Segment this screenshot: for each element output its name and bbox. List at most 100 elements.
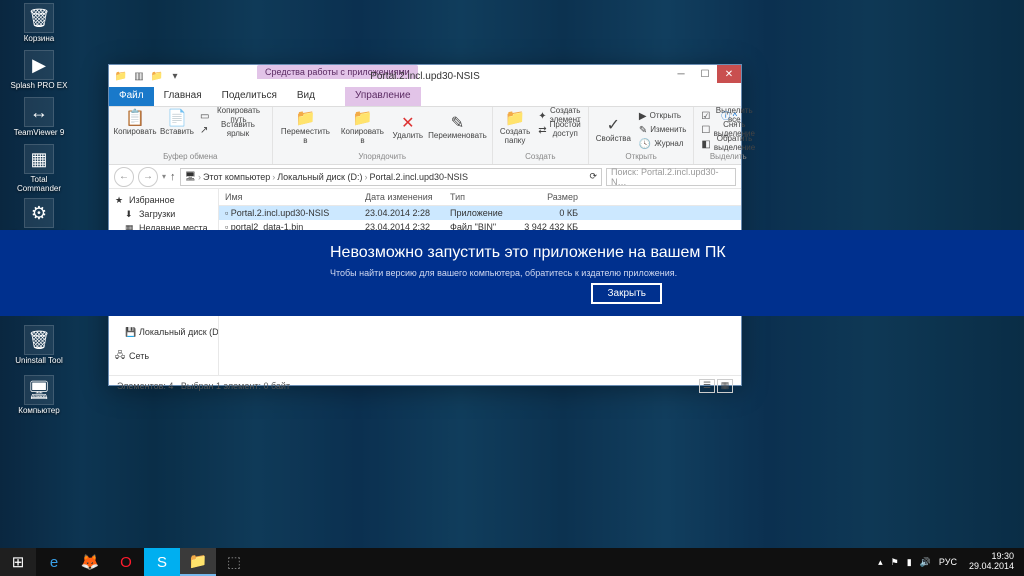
star-icon: ★: [115, 195, 125, 205]
path-icon: ▭: [200, 111, 209, 122]
delete-icon: ✕: [401, 114, 414, 132]
tab-manage[interactable]: Управление: [345, 87, 421, 106]
maximize-button[interactable]: ☐: [693, 65, 717, 83]
icon-label: Splash PRO EX: [10, 82, 68, 91]
desktop-icon[interactable]: 🗑 Корзина: [10, 3, 68, 44]
recent-dropdown-icon[interactable]: ▾: [162, 172, 166, 181]
tab-view[interactable]: Вид: [287, 87, 325, 106]
taskbar-firefox[interactable]: 🦊: [72, 548, 108, 576]
taskbar-opera[interactable]: O: [108, 548, 144, 576]
tray-volume-icon[interactable]: 🔊: [920, 557, 931, 568]
desktop-icon[interactable]: ↔ TeamViewer 9: [10, 97, 68, 138]
selall-icon: ☑: [701, 111, 710, 122]
app-icon: 🗑: [24, 3, 54, 33]
move-to-button[interactable]: 📁Переместить в: [277, 109, 335, 147]
delete-button[interactable]: ✕Удалить: [391, 109, 426, 147]
dialog-message: Чтобы найти версию для вашего компьютера…: [330, 268, 924, 278]
col-size[interactable]: Размер: [514, 192, 584, 202]
select-invert-button[interactable]: ◧Обратить выделение: [698, 137, 758, 151]
sidebar-drive-d[interactable]: 💾Локальный диск (D: [111, 325, 216, 339]
close-dialog-button[interactable]: Закрыть: [591, 283, 662, 304]
tray-clock[interactable]: 19:3029.04.2014: [965, 552, 1018, 572]
ribbon: ⓘ ^ 📋Копировать 📄Вставить ▭Копировать пу…: [109, 107, 741, 165]
edit-icon: ✎: [639, 125, 647, 136]
up-button[interactable]: ↑: [170, 171, 176, 183]
drive-icon: 💾: [125, 327, 135, 337]
copy-icon: 📋: [125, 110, 145, 128]
group-clipboard: Буфер обмена: [113, 152, 268, 162]
status-bar: Элементов: 4 Выбран 1 элемент: 0 байт ☰▦: [109, 375, 741, 395]
dialog-title: Невозможно запустить это приложение на в…: [330, 244, 924, 262]
taskbar-ie[interactable]: e: [36, 548, 72, 576]
sidebar-favorites[interactable]: ★Избранное: [111, 193, 216, 207]
col-date[interactable]: Дата изменения: [359, 192, 444, 202]
details-view-icon[interactable]: ☰: [699, 379, 715, 393]
selinv-icon: ◧: [701, 139, 710, 150]
desktop-icon[interactable]: 🗑Uninstall Tool: [10, 325, 68, 366]
paste-shortcut-button[interactable]: ↗Вставить ярлык: [197, 123, 268, 137]
search-input[interactable]: Поиск: Portal.2.incl.upd30-N…: [606, 168, 736, 186]
desktop-icon[interactable]: ▦ Total Commander: [10, 144, 68, 194]
rename-icon: ✎: [451, 114, 464, 132]
column-headers: Имя Дата изменения Тип Размер: [219, 189, 741, 206]
taskbar-app[interactable]: ⬚: [216, 548, 252, 576]
open-icon: ▶: [639, 111, 647, 122]
taskbar-explorer[interactable]: 📁: [180, 548, 216, 576]
tray-flag-icon[interactable]: ⚑: [891, 557, 899, 568]
forward-button[interactable]: →: [138, 167, 158, 187]
breadcrumb[interactable]: 🖥› Этот компьютер› Локальный диск (D:)› …: [180, 168, 602, 186]
easy-access-button[interactable]: ⇄Простой доступ: [535, 123, 584, 137]
history-button[interactable]: 🕓Журнал: [636, 137, 689, 151]
breadcrumb-item[interactable]: Portal.2.incl.upd30-NSIS: [369, 172, 468, 182]
selnone-icon: ☐: [701, 125, 710, 136]
edit-button[interactable]: ✎Изменить: [636, 123, 689, 137]
breadcrumb-item[interactable]: Локальный диск (D:): [277, 172, 362, 182]
tray-network-icon[interactable]: ▮: [907, 557, 912, 568]
start-button[interactable]: ⊞: [0, 548, 36, 576]
new-folder-button[interactable]: 📁Создать папку: [497, 109, 533, 147]
copy-to-button[interactable]: 📁Копировать в: [336, 109, 388, 147]
minimize-button[interactable]: ─: [669, 65, 693, 83]
error-dialog: Невозможно запустить это приложение на в…: [0, 230, 1024, 316]
refresh-icon[interactable]: ⟳: [589, 171, 597, 182]
col-name[interactable]: Имя: [219, 192, 359, 202]
taskbar-skype[interactable]: S: [144, 548, 180, 576]
desktop-icon[interactable]: 🖥Компьютер: [10, 375, 68, 416]
tray-up-icon[interactable]: ▴: [878, 557, 883, 568]
icon-label: Корзина: [10, 35, 68, 44]
icon-label: Total Commander: [10, 176, 68, 194]
back-button[interactable]: ←: [114, 167, 134, 187]
copy-button[interactable]: 📋Копировать: [113, 109, 157, 138]
ribbon-collapse-icon[interactable]: ⓘ ^: [721, 109, 737, 122]
props-icon[interactable]: ▥: [132, 69, 146, 83]
app-icon: ▦: [24, 144, 54, 174]
newfolder-icon: 📁: [505, 110, 525, 128]
app-icon: ↔: [24, 97, 54, 127]
taskbar: ⊞ e 🦊 O S 📁 ⬚ ▴ ⚑ ▮ 🔊 РУС 19:3029.04.201…: [0, 548, 1024, 576]
rename-button[interactable]: ✎Переименовать: [427, 109, 488, 147]
copyto-icon: 📁: [352, 110, 372, 128]
col-type[interactable]: Тип: [444, 192, 514, 202]
sidebar-downloads[interactable]: ⬇Загрузки: [111, 207, 216, 221]
tray-lang[interactable]: РУС: [939, 557, 957, 567]
download-icon: ⬇: [125, 209, 135, 219]
breadcrumb-item[interactable]: Этот компьютер: [203, 172, 270, 182]
close-button[interactable]: ✕: [717, 65, 741, 83]
ribbon-tabs: Файл Главная Поделиться Вид Управление: [109, 87, 741, 107]
new-folder-icon[interactable]: 📁: [150, 69, 164, 83]
file-row[interactable]: ▫ Portal.2.incl.upd30-NSIS23.04.2014 2:2…: [219, 206, 741, 220]
desktop-icon[interactable]: ▶Splash PRO EX: [10, 50, 68, 91]
sidebar-network[interactable]: 🖧Сеть: [111, 349, 216, 363]
tab-share[interactable]: Поделиться: [212, 87, 287, 106]
paste-icon: 📄: [167, 110, 187, 128]
properties-button[interactable]: ✓Свойства: [593, 109, 634, 151]
tab-home[interactable]: Главная: [154, 87, 212, 106]
address-bar: ← → ▾ ↑ 🖥› Этот компьютер› Локальный дис…: [109, 165, 741, 189]
tiles-view-icon[interactable]: ▦: [717, 379, 733, 393]
paste-button[interactable]: 📄Вставить: [159, 109, 195, 138]
qa-dropdown-icon[interactable]: ▾: [168, 69, 182, 83]
easy-icon: ⇄: [538, 125, 546, 136]
tab-file[interactable]: Файл: [109, 87, 154, 106]
open-button[interactable]: ▶Открыть: [636, 109, 689, 123]
icon-label: TeamViewer 9: [10, 129, 68, 138]
